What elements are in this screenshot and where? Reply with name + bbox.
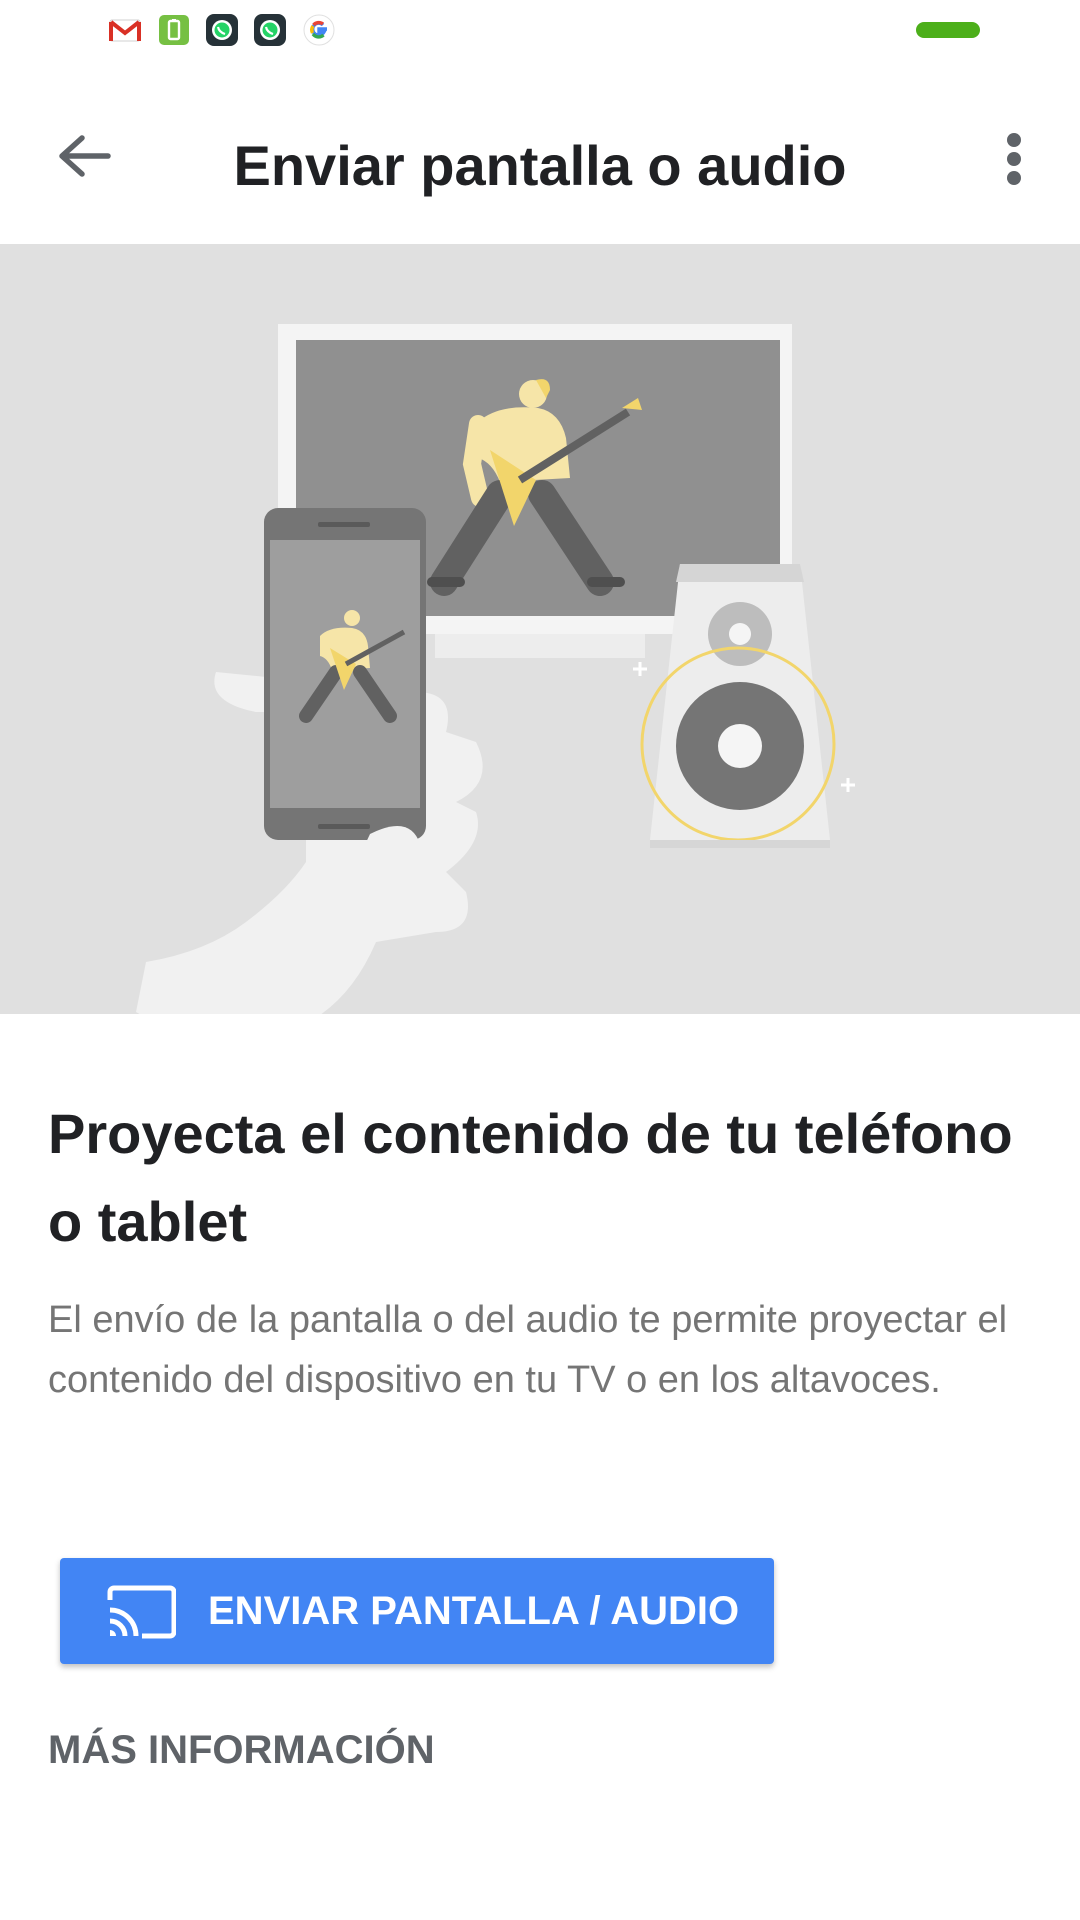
cast-illustration [136,324,855,1014]
cast-button-label: ENVIAR PANTALLA / AUDIO [208,1589,740,1633]
hero-illustration [0,244,1080,1014]
whatsapp-icon [205,13,239,47]
google-icon [302,13,336,47]
page-title: Enviar pantalla o audio [233,134,847,197]
status-bar [0,0,1080,62]
more-info-link[interactable]: MÁS INFORMACIÓN [48,1724,435,1776]
more-vert-icon [1007,133,1021,185]
description: El envío de la pantalla o del audio te p… [48,1299,1008,1401]
headline: Proyecta el contenido de tu teléfono o t… [48,1102,1013,1253]
more-options-button[interactable] [984,124,1044,204]
app-bar: Enviar pantalla o audio [0,62,1080,244]
battery-saver-icon [157,13,191,47]
status-indicator [916,22,980,38]
gmail-icon [108,13,142,47]
cast-screen-audio-button[interactable]: ENVIAR PANTALLA / AUDIO [60,1558,774,1664]
whatsapp-icon [253,13,287,47]
cast-icon [107,1585,176,1639]
